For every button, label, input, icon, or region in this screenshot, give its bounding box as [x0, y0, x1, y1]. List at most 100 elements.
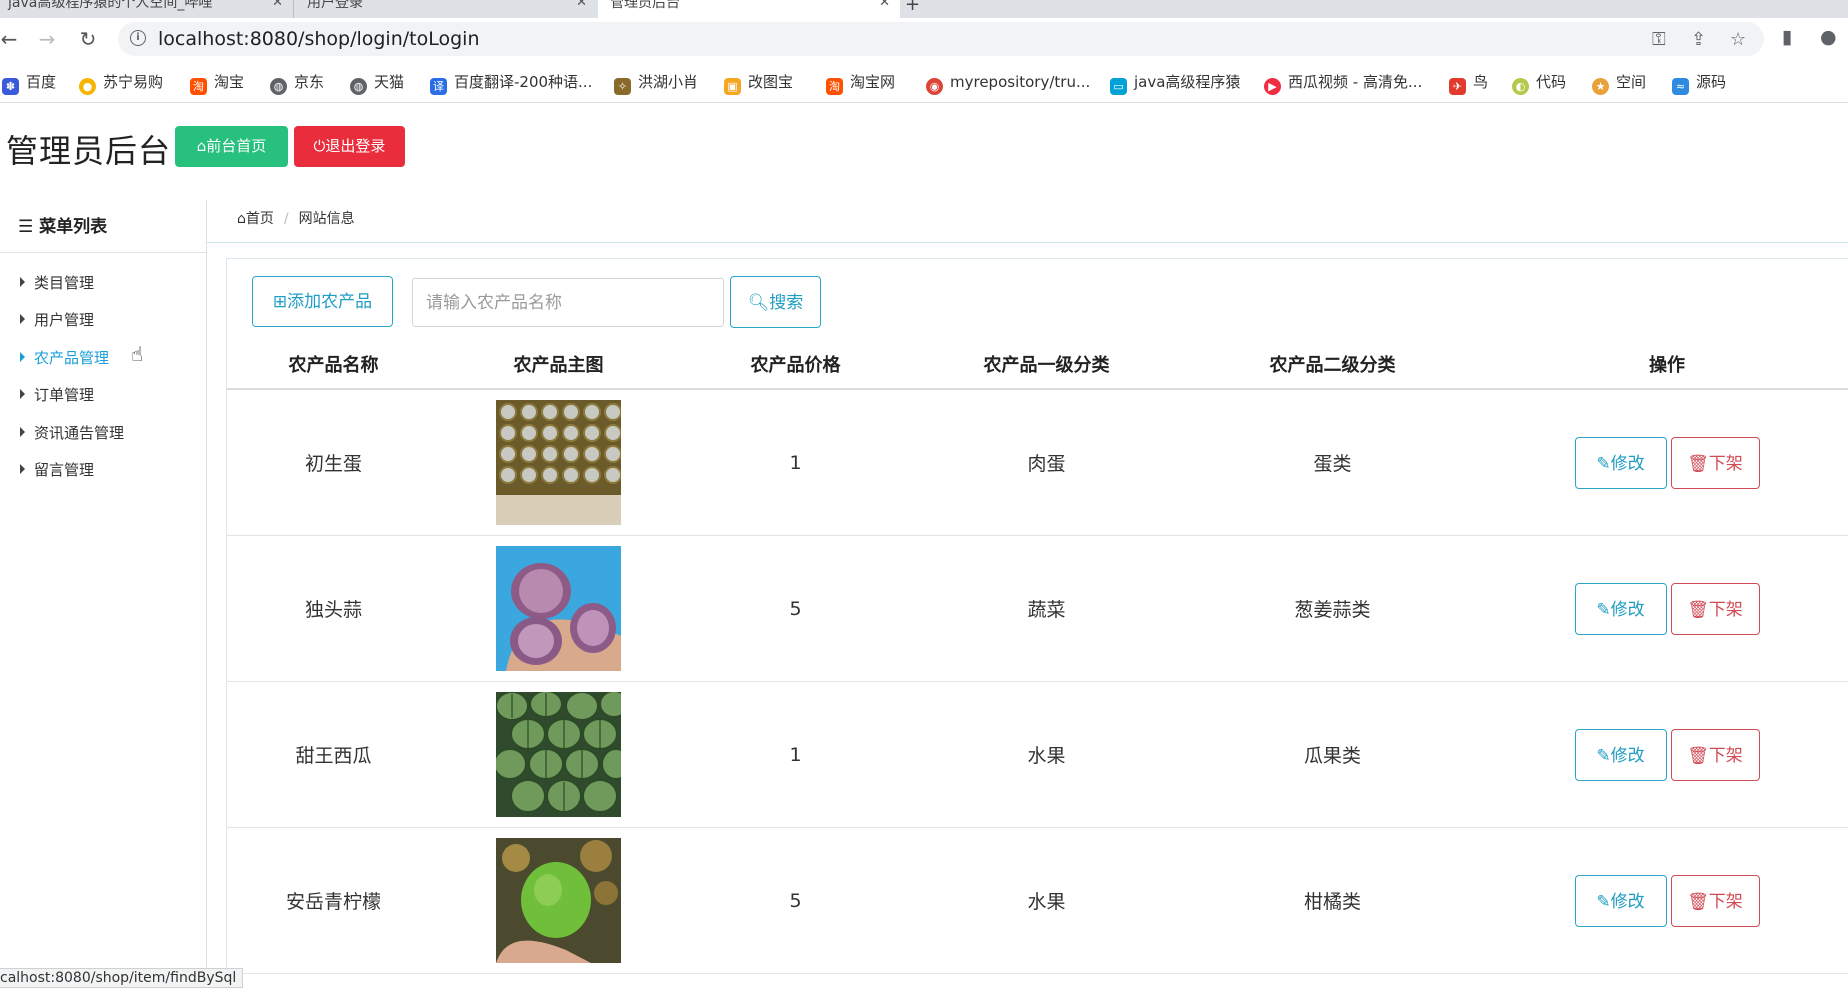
table-row: 甜王西瓜 1 水果 瓜果类 ✎修改 🗑︎下架: [227, 681, 1848, 828]
bookmark-item[interactable]: ◐ 代码: [1512, 71, 1566, 95]
product-name-cell: 甜王西瓜: [227, 681, 440, 828]
column-header: 农产品一级分类: [914, 340, 1179, 390]
bookmark-item[interactable]: ◍ 京东: [270, 71, 324, 95]
logout-button[interactable]: ⏻退出登录: [294, 126, 405, 167]
table-header-row: 农产品名称 农产品主图 农产品价格 农产品一级分类 农产品二级分类 操作: [227, 340, 1848, 390]
bookmark-item[interactable]: ◍ 天猫: [350, 71, 404, 95]
bookmark-item[interactable]: 淘淘宝网: [826, 71, 895, 95]
address-bar[interactable]: i localhost:8080/shop/login/toLogin ⚿ ⇪ …: [118, 22, 1764, 56]
table-row: 安岳青柠檬 5 水果 柑橘类 ✎修改 🗑︎下架: [227, 827, 1848, 974]
search-button[interactable]: 🔍︎搜索: [730, 276, 821, 328]
product-image: [496, 400, 621, 525]
search-icon: 🔍︎: [747, 293, 770, 313]
actions-cell: ✎修改 🗑︎下架: [1486, 535, 1848, 682]
page-title: 管理员后台: [6, 132, 172, 170]
close-icon[interactable]: ✕: [272, 0, 283, 14]
key-icon[interactable]: ⚿: [1652, 29, 1666, 50]
product-price-cell: 1: [677, 389, 914, 536]
caret-right-icon: [20, 277, 25, 287]
trash-icon: 🗑︎: [1687, 599, 1709, 620]
column-header: 操作: [1486, 340, 1848, 390]
edit-icon: ✎: [1596, 745, 1611, 766]
actions-cell: ✎修改 🗑︎下架: [1486, 681, 1848, 828]
sidebar: ☰ 菜单列表 类目管理 用户管理 农产品管理 订单管理 资讯通告管理 留言管理: [0, 200, 207, 984]
bookmark-item[interactable]: 淘淘宝: [190, 71, 244, 95]
bird-icon: ✧: [614, 78, 631, 95]
breadcrumb-current: 网站信息: [298, 211, 355, 227]
remove-button[interactable]: 🗑︎下架: [1670, 436, 1760, 489]
product-price-cell: 1: [677, 681, 914, 828]
bookmark-item[interactable]: ★ 空间: [1592, 71, 1646, 95]
side-panel-icon[interactable]: ▮: [1782, 26, 1792, 48]
add-product-button[interactable]: ⊞添加农产品: [252, 276, 393, 327]
bookmark-item[interactable]: ▶ 西瓜视频 - 高清免...: [1264, 71, 1422, 95]
bookmark-item[interactable]: ✽ 百度: [2, 71, 56, 95]
search-input[interactable]: [412, 278, 724, 327]
edit-icon: ✎: [1596, 891, 1611, 912]
bookmark-item[interactable]: ▣ 改图宝: [724, 71, 793, 95]
whale-icon: ≈: [1672, 78, 1689, 95]
browser-toolbar: ← → ↻ i localhost:8080/shop/login/toLogi…: [0, 18, 1848, 62]
breadcrumb-home[interactable]: ⌂首页: [237, 211, 274, 227]
sidebar-item-products[interactable]: 农产品管理: [20, 347, 109, 368]
chrome-icon: ◉: [926, 78, 943, 95]
sidebar-item-messages[interactable]: 留言管理: [20, 459, 94, 480]
category-level1-cell: 水果: [914, 681, 1179, 828]
column-header: 农产品价格: [677, 340, 914, 390]
product-image: [496, 838, 621, 963]
category-level2-cell: 葱姜蒜类: [1179, 535, 1486, 682]
caret-right-icon: [20, 389, 25, 399]
image-icon: ▣: [724, 78, 741, 95]
edit-button[interactable]: ✎修改: [1574, 874, 1667, 927]
reload-icon[interactable]: ↻: [75, 26, 101, 52]
product-name-cell: 初生蛋: [227, 389, 440, 536]
address-url[interactable]: localhost:8080/shop/login/toLogin: [158, 28, 480, 50]
bookmark-item[interactable]: 译百度翻译-200种语...: [430, 71, 592, 95]
share-icon[interactable]: ⇪: [1691, 29, 1706, 50]
bookmark-item[interactable]: ✈ 鸟: [1449, 71, 1488, 95]
remove-button[interactable]: 🗑︎下架: [1670, 874, 1760, 927]
bookmark-item[interactable]: ▭ java高级程序猿: [1110, 71, 1240, 95]
forward-icon[interactable]: →: [34, 26, 60, 52]
browser-tab-active[interactable]: 管理员后台 ✕: [598, 0, 900, 18]
edit-icon: ✎: [1596, 599, 1611, 620]
bookmark-item[interactable]: ✧ 洪湖小肖: [614, 71, 698, 95]
sidebar-item-users[interactable]: 用户管理: [20, 309, 94, 330]
category-level2-cell: 蛋类: [1179, 389, 1486, 536]
hand-cursor-icon: ☝: [131, 342, 144, 366]
close-icon[interactable]: ✕: [879, 0, 890, 14]
edit-button[interactable]: ✎修改: [1574, 582, 1667, 635]
sidebar-item-category[interactable]: 类目管理: [20, 272, 94, 293]
frontend-home-button[interactable]: ⌂前台首页: [175, 126, 288, 167]
close-icon[interactable]: ✕: [576, 0, 587, 14]
product-table: 农产品名称 农产品主图 农产品价格 农产品一级分类 农产品二级分类 操作 初生蛋: [227, 340, 1848, 974]
star-icon[interactable]: ☆: [1730, 29, 1746, 50]
product-name-cell: 安岳青柠檬: [227, 827, 440, 974]
translate-icon: 译: [430, 78, 447, 95]
bookmark-item[interactable]: ◉ myrepository/tru...: [926, 71, 1090, 95]
breadcrumb: ⌂首页 / 网站信息: [237, 208, 355, 228]
category-level1-cell: 肉蛋: [914, 389, 1179, 536]
column-header: 农产品主图: [440, 340, 677, 390]
category-level1-cell: 蔬菜: [914, 535, 1179, 682]
sidebar-item-news[interactable]: 资讯通告管理: [20, 422, 124, 443]
bilibili-icon: ▭: [1110, 78, 1127, 95]
tab-label: java高级程序猿的个人空间_哔哩: [8, 0, 213, 11]
back-icon[interactable]: ←: [0, 26, 22, 52]
edit-button[interactable]: ✎修改: [1574, 728, 1667, 781]
product-image-cell: [440, 681, 677, 828]
profile-icon[interactable]: ●: [1820, 26, 1837, 48]
globe-icon: ◍: [350, 78, 367, 95]
edit-button[interactable]: ✎修改: [1574, 436, 1667, 489]
sidebar-item-orders[interactable]: 订单管理: [20, 384, 94, 405]
bookmark-item[interactable]: ≈ 源码: [1672, 71, 1726, 95]
remove-button[interactable]: 🗑︎下架: [1670, 582, 1760, 635]
product-name-cell: 独头蒜: [227, 535, 440, 682]
new-tab-icon[interactable]: +: [905, 0, 920, 15]
browser-tab[interactable]: 用户登录 ✕: [295, 0, 597, 18]
browser-tab[interactable]: java高级程序猿的个人空间_哔哩 ✕: [0, 0, 294, 18]
site-info-icon[interactable]: i: [130, 30, 146, 46]
bookmark-item[interactable]: ● 苏宁易购: [79, 71, 163, 95]
trash-icon: 🗑︎: [1687, 453, 1709, 474]
remove-button[interactable]: 🗑︎下架: [1670, 728, 1760, 781]
